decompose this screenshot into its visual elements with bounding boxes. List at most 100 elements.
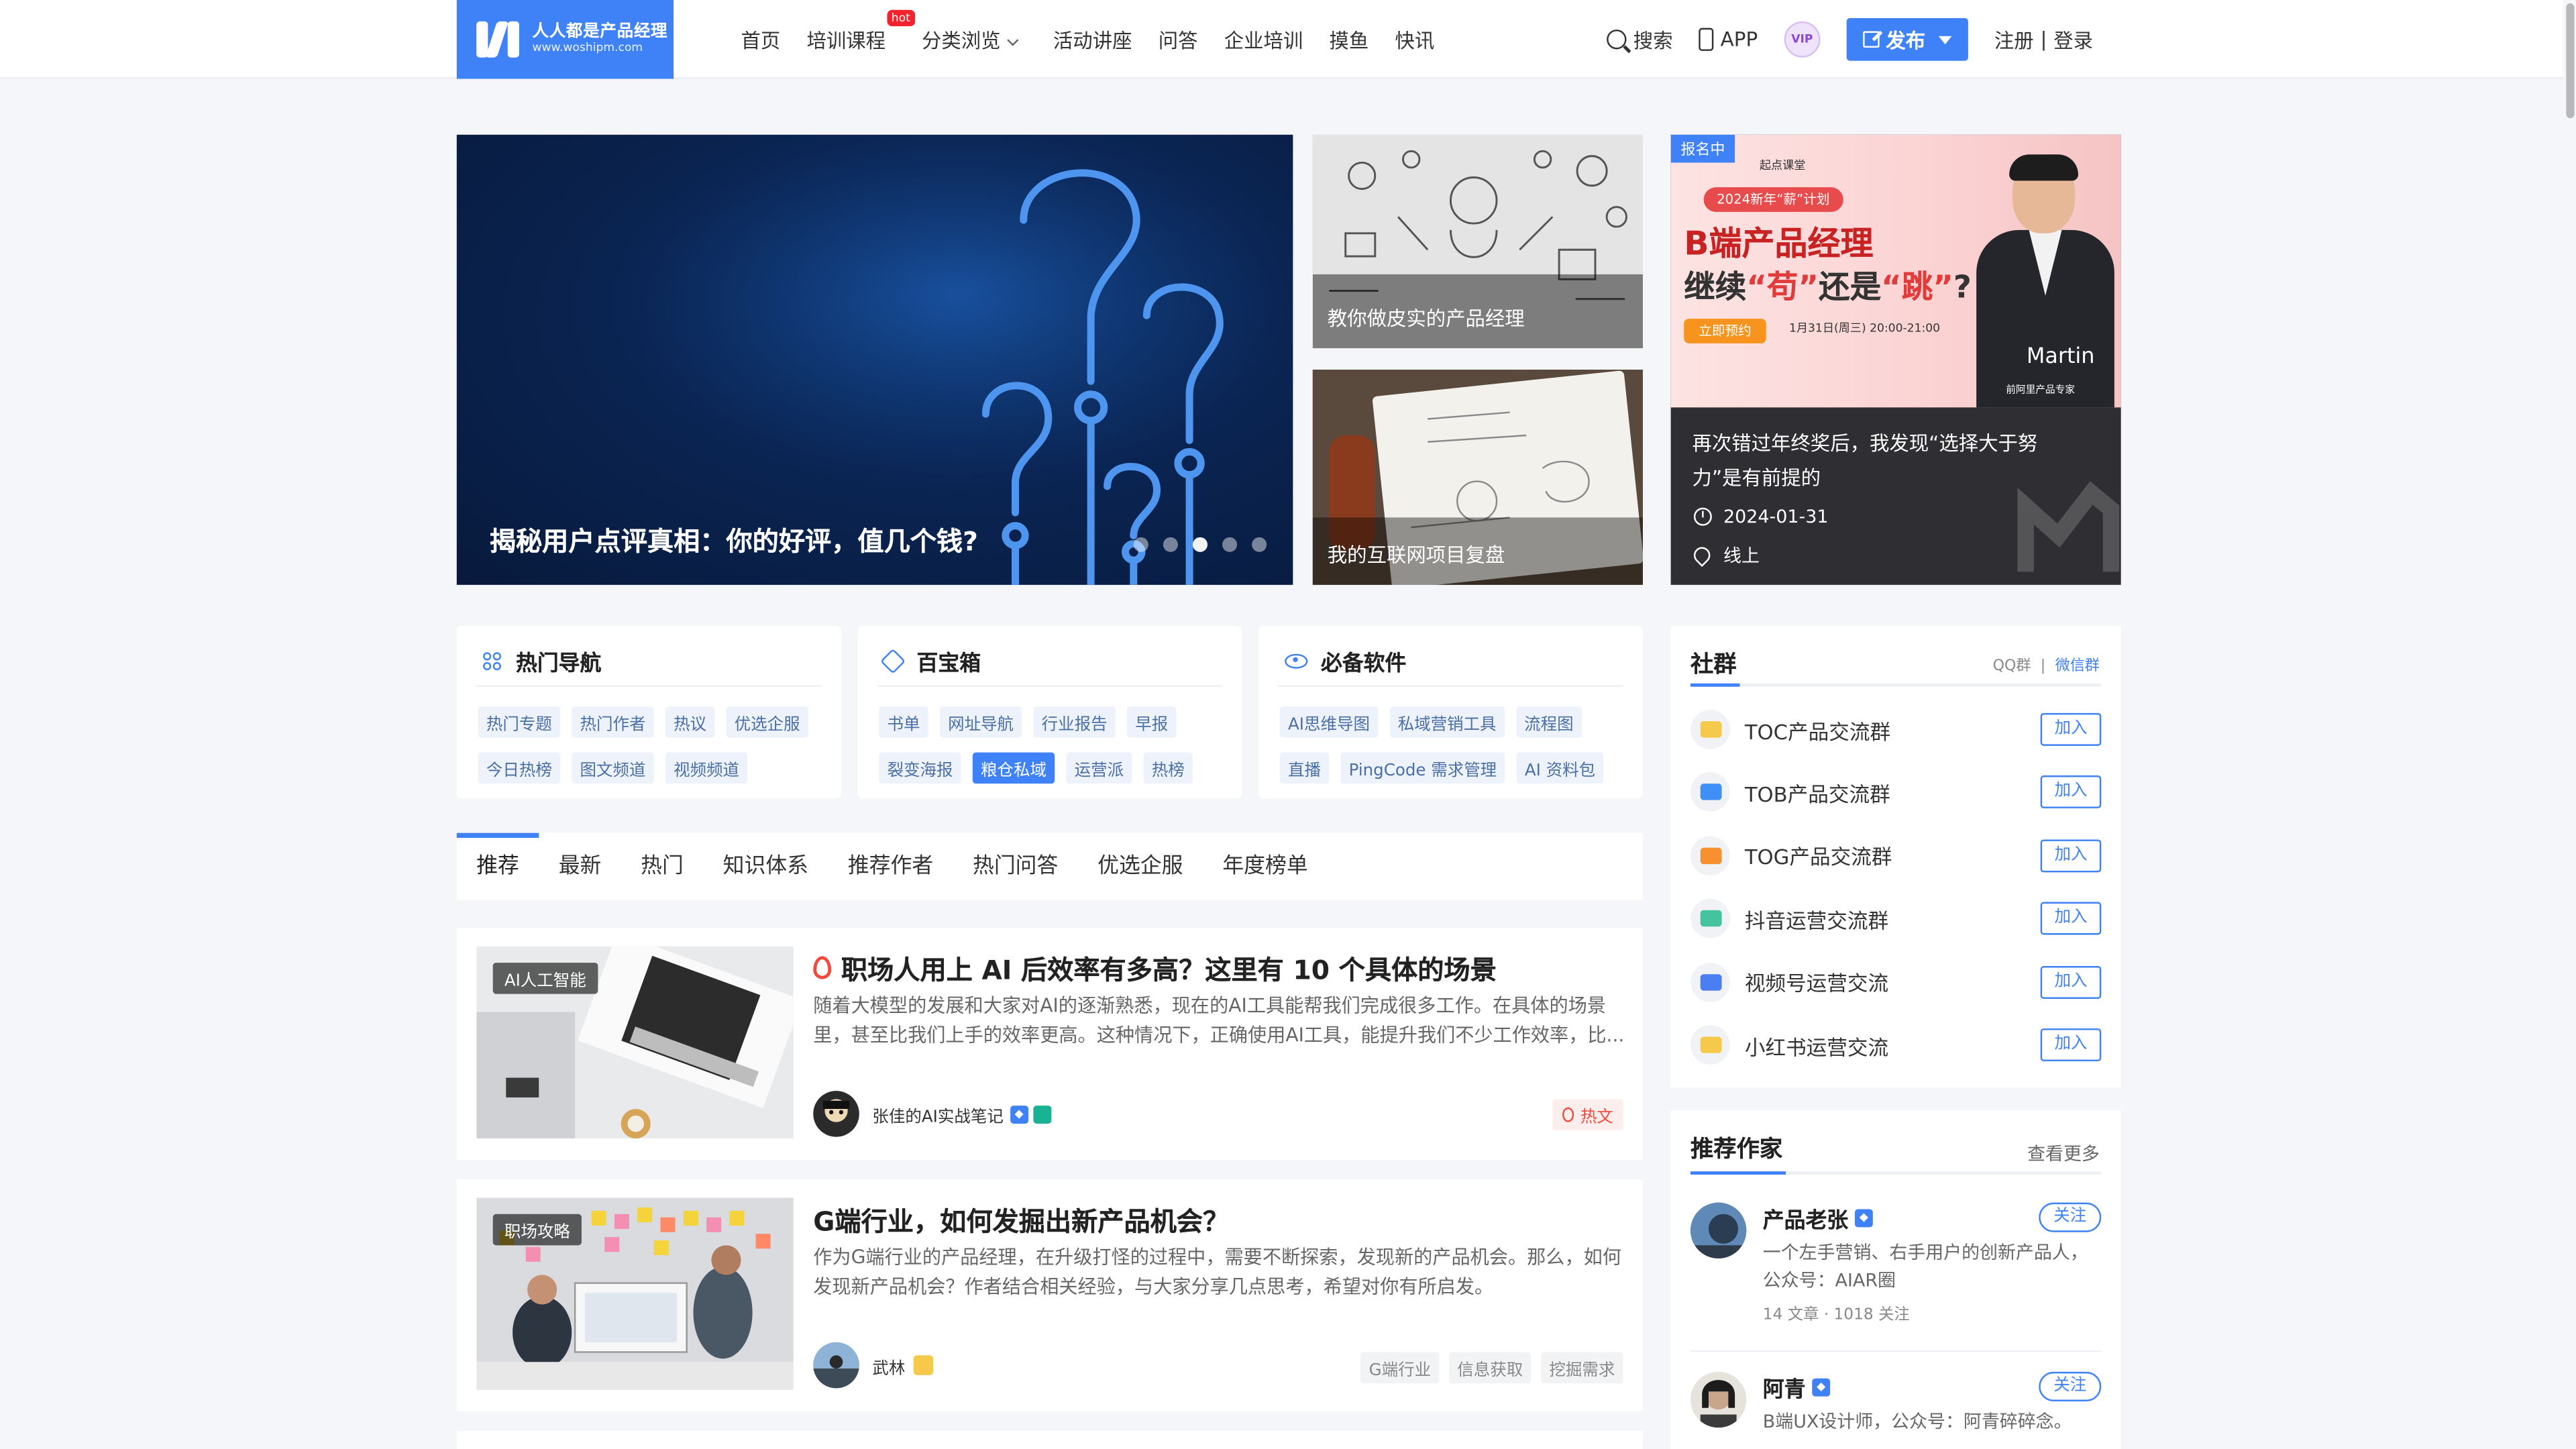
nav-tag[interactable]: 运营派	[1066, 752, 1132, 784]
logo-name: 人人都是产品经理	[532, 23, 668, 42]
wechat-group-tab[interactable]: 微信群	[2055, 659, 2100, 675]
nav-tag[interactable]: 粮仓私域	[972, 752, 1055, 784]
writer-name[interactable]: 阿青 ◆	[1763, 1372, 1831, 1403]
carousel-dot-active[interactable]	[1192, 537, 1208, 552]
nav-tag[interactable]: 优选企服	[726, 706, 808, 738]
article-thumbnail[interactable]: 职场攻略	[476, 1197, 794, 1390]
article-author[interactable]: 张佳的AI实战笔记 ◆	[813, 1091, 1051, 1137]
tab-3[interactable]: 知识体系	[723, 833, 808, 900]
author-level-icon	[913, 1355, 934, 1375]
side-card-2[interactable]: 我的互联网项目复盘	[1312, 370, 1643, 585]
join-button[interactable]: 加入	[2040, 839, 2102, 872]
nav-tag[interactable]: 早报	[1127, 706, 1177, 738]
keyword-tag[interactable]: 信息获取	[1449, 1352, 1532, 1384]
tab-1[interactable]: 最新	[559, 833, 602, 900]
nav-tag[interactable]: 流程图	[1515, 706, 1582, 738]
writer-item[interactable]: 产品老张 ◆ 一个左手营销、右手用户的创新产品人，公众号：AIAR圈 14 文章 …	[1690, 1202, 2102, 1334]
book-now-button[interactable]: 立即预约	[1684, 319, 1766, 343]
verified-badge-icon: ◆	[1010, 1104, 1028, 1123]
nav-tag[interactable]: 图文频道	[572, 752, 654, 784]
nav-courses[interactable]: 培训课程 hot	[806, 9, 916, 54]
article-title[interactable]: 职场人用上 AI 后效率有多高？这里有 10 个具体的场景	[813, 948, 1497, 987]
separator: |	[2040, 28, 2047, 51]
nav-tag[interactable]: 书单	[879, 706, 928, 738]
nav-tag[interactable]: AI 资料包	[1516, 752, 1604, 784]
vip-button[interactable]: VIP	[1784, 21, 1821, 58]
nav-tag[interactable]: 网址导航	[939, 706, 1022, 738]
nav-tag[interactable]: PingCode 需求管理	[1340, 752, 1505, 784]
group-name: 小红书运营交流	[1744, 1034, 1889, 1059]
nav-tag[interactable]: 视频频道	[665, 752, 748, 784]
carousel-dot[interactable]	[1133, 537, 1148, 552]
article-card[interactable]: 职场攻略 G端行业，如何发掘出新产品机会？ 作为G端行业的产品经理，在升级打怪的…	[456, 1179, 1643, 1411]
view-more-link[interactable]: 查看更多	[2027, 1140, 2100, 1167]
article-author[interactable]: 武林	[813, 1342, 934, 1389]
page-scrollbar[interactable]	[2563, 0, 2576, 1449]
nav-qa[interactable]: 问答	[1159, 25, 1198, 54]
writer-desc: 一个左手营销、右手用户的创新产品人，公众号：AIAR圈	[1762, 1242, 2088, 1291]
nav-tag[interactable]: 今日热榜	[478, 752, 561, 784]
nav-tag[interactable]: 裂变海报	[879, 752, 961, 784]
carousel-dot[interactable]	[1222, 537, 1238, 552]
search-button[interactable]: 搜索	[1607, 25, 1673, 54]
carousel-dots	[1119, 537, 1267, 552]
publish-button[interactable]: 发布	[1846, 17, 1968, 61]
keyword-tag[interactable]: 挖掘需求	[1541, 1352, 1623, 1384]
follow-button[interactable]: 关注	[2039, 1371, 2102, 1401]
vip-icon: VIP	[1784, 21, 1821, 58]
nav-tag[interactable]: AI思维导图	[1279, 706, 1379, 738]
join-button[interactable]: 加入	[2040, 965, 2102, 998]
community-group: TOG产品交流群 加入	[1690, 835, 2102, 877]
article-card[interactable]: AI人工智能 职场人用上 AI 后效率有多高？这里有 10 个具体的场景 随着大…	[456, 928, 1643, 1160]
nav-flash-news[interactable]: 快讯	[1395, 25, 1434, 54]
clock-icon	[1693, 507, 1712, 526]
nav-tag[interactable]: 热议	[665, 706, 715, 738]
join-button[interactable]: 加入	[2040, 902, 2102, 935]
side-card-1[interactable]: 教你做皮实的产品经理	[1312, 134, 1643, 349]
hero-carousel[interactable]: 揭秘用户点评真相：你的好评，值几个钱?	[456, 134, 1293, 585]
avatar	[1690, 1202, 1747, 1258]
tab-0[interactable]: 推荐	[476, 833, 519, 900]
tab-7[interactable]: 年度榜单	[1222, 833, 1307, 900]
qq-group-tab[interactable]: QQ群	[1993, 659, 2031, 675]
speaker-role: 前阿里产品专家	[2006, 384, 2076, 396]
carousel-dot[interactable]	[1163, 537, 1178, 552]
nav-moyu[interactable]: 摸鱼	[1329, 25, 1368, 54]
nav-enterprise-training[interactable]: 企业培训	[1224, 25, 1303, 54]
tab-2[interactable]: 热门	[641, 833, 684, 900]
article-card-partial[interactable]	[456, 1431, 1643, 1449]
register-link[interactable]: 注册	[1994, 25, 2034, 54]
writer-item[interactable]: 阿青 ◆ B端UX设计师，公众号：阿青碎碎念。 关注	[1690, 1371, 2102, 1449]
main-nav: 首页 培训课程 hot 分类浏览 活动讲座 问答 企业培训 摸鱼 快讯	[741, 0, 1460, 79]
auth-links: 注册 | 登录	[1994, 25, 2093, 54]
nav-tag[interactable]: 热门专题	[478, 706, 561, 738]
join-button[interactable]: 加入	[2040, 1028, 2102, 1062]
keyword-tag[interactable]: G端行业	[1360, 1352, 1440, 1384]
writer-name[interactable]: 产品老张 ◆	[1763, 1203, 1873, 1234]
join-button[interactable]: 加入	[2040, 775, 2102, 809]
nav-tag[interactable]: 行业报告	[1033, 706, 1116, 738]
site-logo[interactable]: 人人都是产品经理 www.woshipm.com	[456, 0, 674, 79]
nav-categories[interactable]: 分类浏览	[922, 25, 1019, 54]
carousel-dot[interactable]	[1252, 537, 1267, 552]
app-button[interactable]: APP	[1699, 28, 1758, 51]
hero-title[interactable]: 揭秘用户点评真相：你的好评，值几个钱?	[490, 519, 978, 559]
event-card[interactable]: 起点课堂 2024新年“薪”计划 B端产品经理 继续“苟”还是“跳”? 立即预约…	[1670, 134, 2121, 585]
avatar	[813, 1342, 859, 1389]
article-title[interactable]: G端行业，如何发掘出新产品机会？	[813, 1199, 1229, 1239]
nav-tag[interactable]: 私域营销工具	[1389, 706, 1505, 738]
nav-tag[interactable]: 热门作者	[572, 706, 654, 738]
nav-home[interactable]: 首页	[741, 25, 780, 54]
follow-button[interactable]: 关注	[2039, 1202, 2102, 1232]
join-button[interactable]: 加入	[2040, 712, 2102, 746]
tab-4[interactable]: 推荐作者	[848, 833, 933, 900]
tab-5[interactable]: 热门问答	[973, 833, 1058, 900]
tab-6[interactable]: 优选企服	[1097, 833, 1183, 900]
scrollbar-thumb[interactable]	[2566, 3, 2575, 119]
nav-tag[interactable]: 热榜	[1143, 752, 1193, 784]
nav-events[interactable]: 活动讲座	[1053, 25, 1132, 54]
group-name: 视频号运营交流	[1744, 971, 1889, 996]
nav-tag[interactable]: 直播	[1279, 752, 1330, 784]
login-link[interactable]: 登录	[2053, 25, 2093, 54]
article-thumbnail[interactable]: AI人工智能	[476, 946, 794, 1139]
